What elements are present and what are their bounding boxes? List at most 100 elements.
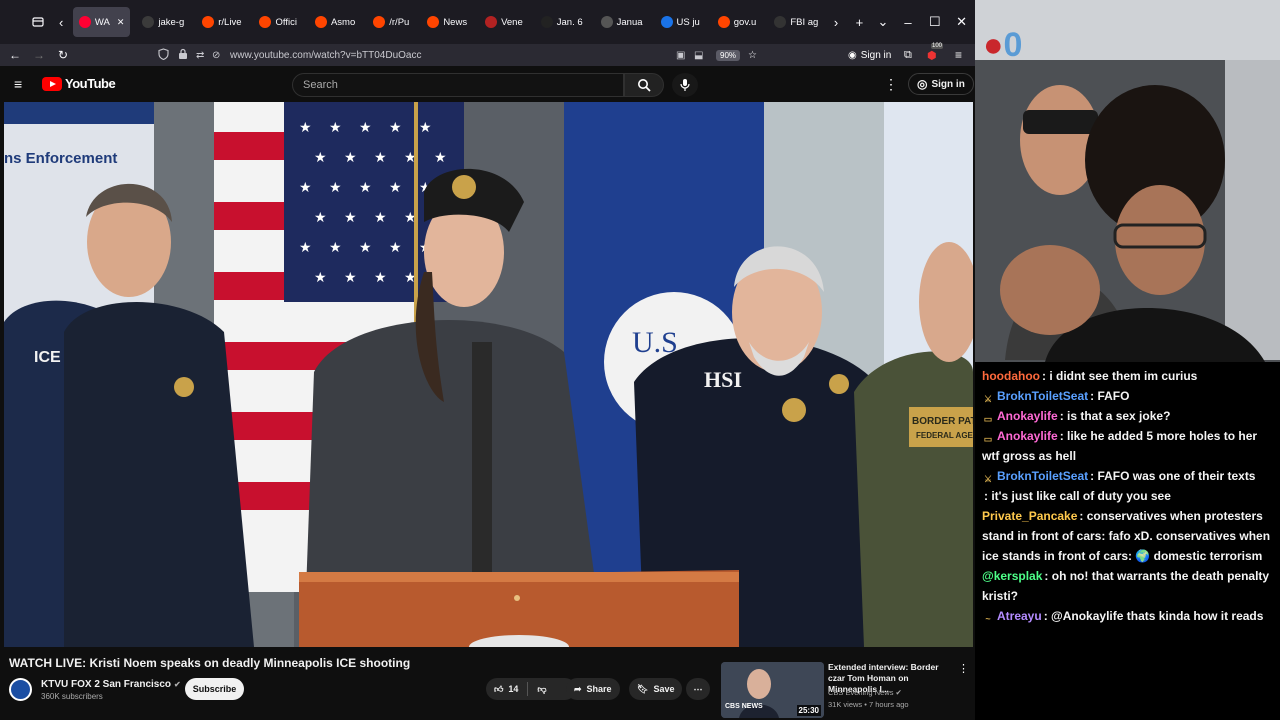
lock-icon[interactable] <box>178 48 188 63</box>
maximize-icon[interactable]: ☐ <box>921 14 948 30</box>
bookmark-icon: 🔖︎ <box>637 683 649 694</box>
tab-overview-icon[interactable] <box>26 8 49 36</box>
svg-text:★: ★ <box>299 120 312 136</box>
svg-text:★: ★ <box>359 180 372 196</box>
chat-username[interactable]: Private_Pancake <box>982 509 1077 523</box>
border-patrol-text: BORDER PATROL <box>912 416 973 427</box>
like-button[interactable]: 👍︎ 14 <box>494 684 518 695</box>
search-button[interactable] <box>624 73 664 97</box>
reload-icon[interactable]: ↻ <box>51 48 75 62</box>
tab-favicon-icon <box>660 16 673 28</box>
browser-window: ‹ WA ✕ jake-g r/Live Offici Asmo/r/Pu News Vene… <box>0 0 975 720</box>
chat-username[interactable]: Anokaylife <box>997 429 1058 443</box>
browser-tab[interactable]: Offici <box>253 7 302 37</box>
svg-text:★: ★ <box>434 150 447 166</box>
chat-text: : @Anokaylife thats kinda how it reads <box>1043 609 1264 623</box>
subscriber-count: 360K subscribers <box>41 692 103 701</box>
ublock-icon[interactable]: ⬢ 100 <box>927 42 944 62</box>
browser-tab[interactable]: WA ✕ <box>72 7 131 37</box>
channel-name[interactable]: KTVU FOX 2 San Francisco ✔ <box>41 679 181 690</box>
youtube-signin-button[interactable]: ◎ Sign in <box>908 73 974 95</box>
chat-text: : is that a sex joke? <box>1059 409 1171 423</box>
youtube-logo[interactable]: YouTube <box>42 76 116 91</box>
recommended-video-thumbnail[interactable]: CBS NEWS 25:30 <box>721 662 824 718</box>
browser-tab[interactable]: jake-g <box>136 7 190 37</box>
autoplay-blocked-icon[interactable]: ⊘ <box>212 50 220 61</box>
shield-icon[interactable] <box>158 47 169 63</box>
app-menu-icon[interactable]: ≡ <box>955 48 962 62</box>
share-button[interactable]: ➦ Share <box>566 678 620 700</box>
account-signin[interactable]: ◉ Sign in <box>848 50 891 61</box>
svg-text:★: ★ <box>314 150 327 166</box>
video-player[interactable]: ns Enforcement ★ ★ ★ ★ ★ ★ ★ ★ ★ ★ ★ ★ ★ ★ ★ ★ ★ ★ ★ ★ <box>4 102 973 647</box>
recommended-more-icon[interactable]: ⋮ <box>958 662 969 675</box>
browser-tab[interactable]: Janua <box>595 7 649 37</box>
svg-text:★: ★ <box>329 120 342 136</box>
browser-tab[interactable]: /r/Pu <box>367 7 415 37</box>
zoom-level[interactable]: 90% <box>716 49 741 61</box>
bookmark-star-icon[interactable]: ☆ <box>748 50 757 61</box>
tab-label: /r/Pu <box>389 16 410 28</box>
channel-avatar[interactable] <box>9 678 32 701</box>
chat-badge-icon: ▭ <box>983 434 993 444</box>
tab-list-chevron-icon[interactable]: ⌄ <box>871 8 894 36</box>
chat-username[interactable]: @kersplak <box>982 569 1042 583</box>
browser-tab[interactable]: News <box>421 7 473 37</box>
tab-favicon-icon <box>142 16 155 28</box>
permissions-icon[interactable]: ⇄ <box>196 50 204 61</box>
settings-kebab-icon[interactable]: ⋮ <box>884 76 898 93</box>
recommended-channel-text: CBS Evening News <box>828 688 894 697</box>
search-input[interactable]: Search <box>292 73 624 97</box>
browser-tab[interactable]: Asmo <box>309 7 361 37</box>
thumbs-up-icon: 👍︎ <box>494 683 504 694</box>
url-bar[interactable]: ⇄ ⊘ www.youtube.com/watch?v=bTT04DuOacc … <box>152 46 770 64</box>
chat-username[interactable]: BroknToiletSeat <box>997 389 1088 403</box>
youtube-logo-text: YouTube <box>65 76 116 91</box>
tab-scroll-left-icon[interactable]: ‹ <box>49 8 72 36</box>
subscribe-button[interactable]: Subscribe <box>185 678 244 700</box>
tab-label: Offici <box>275 16 297 28</box>
forward-icon[interactable]: → <box>27 48 51 62</box>
tab-favicon-icon <box>717 16 730 28</box>
chat-message: @kersplak: oh no! that warrants the deat… <box>982 566 1274 606</box>
browser-tab[interactable]: gov.u <box>712 7 763 37</box>
tab-favicon-icon <box>314 16 327 28</box>
minimize-icon[interactable]: – <box>895 15 922 30</box>
chat-text: : i didnt see them im curius <box>1041 369 1198 383</box>
browser-tab[interactable]: Vene <box>479 7 529 37</box>
browser-tab[interactable]: US ju <box>655 7 706 37</box>
youtube-header: ≡ YouTube Search ⋮ ◎ Sign in <box>0 66 975 102</box>
tab-scroll-right-icon[interactable]: › <box>824 8 847 36</box>
chat-text: : FAFO was one of their texts <box>1090 469 1256 483</box>
more-actions-button[interactable]: ⋯ <box>686 678 710 700</box>
chat-username[interactable]: Anokaylife <box>997 409 1058 423</box>
voice-search-button[interactable] <box>672 73 698 97</box>
close-window-icon[interactable]: ✕ <box>948 14 975 30</box>
stream-logo-text: 0 <box>1003 26 1023 64</box>
tab-favicon-icon <box>202 16 215 28</box>
browser-tab[interactable]: r/Live <box>196 7 247 37</box>
back-icon[interactable]: ← <box>3 48 27 62</box>
tab-close-icon[interactable]: ✕ <box>117 17 125 28</box>
reader-view-icon[interactable]: ▣ <box>676 50 685 61</box>
chat-username[interactable]: hoodahoo <box>982 369 1040 383</box>
dislike-button[interactable]: 👎︎ <box>537 684 546 695</box>
extensions-icon[interactable]: ⧉ <box>904 49 912 62</box>
screenshot-icon[interactable]: ⬓ <box>694 50 703 61</box>
hamburger-menu-icon[interactable]: ≡ <box>14 76 22 92</box>
svg-text:★: ★ <box>344 150 357 166</box>
browser-tab[interactable]: Jan. 6 <box>535 7 589 37</box>
save-button[interactable]: 🔖︎ Save <box>629 678 683 700</box>
chat-username[interactable]: Atreayu <box>997 609 1042 623</box>
browser-tab[interactable]: FBI ag <box>768 7 824 37</box>
svg-text:★: ★ <box>389 180 402 196</box>
chat-username[interactable]: BroknToiletSeat <box>997 469 1088 483</box>
svg-text:★: ★ <box>344 270 357 286</box>
recommended-channel[interactable]: CBS Evening News ✔ <box>828 688 902 697</box>
url-text[interactable]: www.youtube.com/watch?v=bTT04DuOacc <box>230 50 421 61</box>
navigation-bar: ← → ↻ ⇄ ⊘ www.youtube.com/watch?v=bTT04D… <box>0 42 975 66</box>
chat-message: : it's just like call of duty you see <box>982 486 1274 506</box>
tab-label: gov.u <box>733 16 757 28</box>
new-tab-icon[interactable]: + <box>848 8 871 36</box>
tab-label: Janua <box>616 16 643 28</box>
